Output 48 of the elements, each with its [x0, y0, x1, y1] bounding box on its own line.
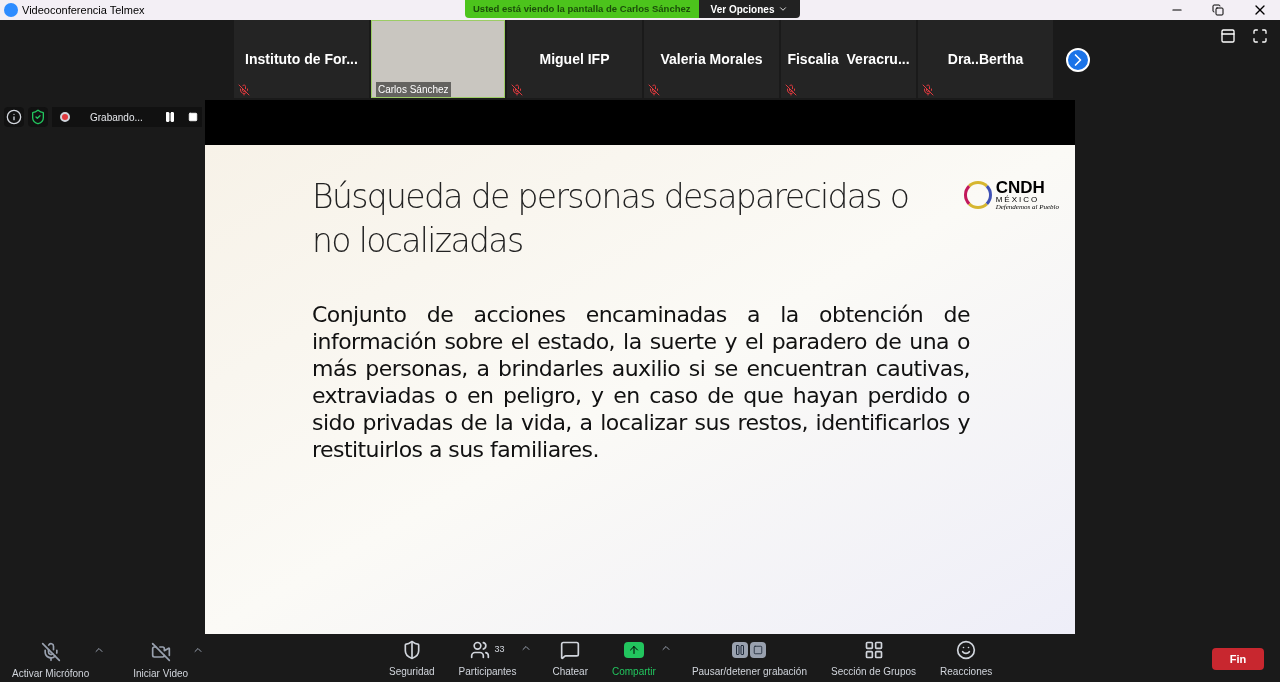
sharing-banner: Usted está viendo la pantalla de Carlos Sánchez [465, 0, 699, 18]
video-off-icon [150, 641, 171, 662]
recording-label: Grabando... [90, 110, 143, 125]
view-options-button[interactable]: Ver Opciones [698, 0, 801, 18]
participant-name: Instituto de For... [245, 49, 358, 69]
participant-count: 33 [494, 643, 505, 657]
participant-name: Dra..Bertha [947, 49, 1024, 69]
chat-icon [560, 640, 581, 660]
slide-title: Búsqueda de personas desaparecidas o no localizadas [312, 176, 910, 262]
toolbar-button[interactable]: Seguridad [385, 640, 439, 679]
window-title: Videoconferencia Telmex [22, 2, 145, 18]
video-tile[interactable]: Carlos Sánchez [371, 20, 505, 98]
toolbar-button[interactable]: Chatear [548, 640, 592, 679]
participant-tile[interactable]: Instituto de For... [234, 20, 369, 98]
app-logo-icon [4, 3, 18, 17]
grid-icon [863, 640, 884, 660]
participant-name: Fiscalia Veracru... [787, 49, 910, 69]
view-layout-icon[interactable] [1220, 28, 1236, 44]
smiley-icon [956, 640, 977, 660]
logo-name: CNDH [995, 179, 1046, 196]
people-icon [470, 640, 491, 660]
participant-tile[interactable]: Fiscalia Veracru... [781, 20, 916, 98]
toolbar-button[interactable]: Pausar/detener grabación [687, 640, 811, 679]
next-page-icon[interactable] [1066, 48, 1090, 72]
fullscreen-icon[interactable] [1252, 28, 1268, 44]
toolbar-button[interactable]: Activar Micrófono [8, 641, 94, 681]
stop-icon[interactable] [188, 112, 198, 122]
participant-tile[interactable]: Miguel IFP [507, 20, 642, 98]
toolbar-button[interactable]: Compartir [608, 640, 660, 679]
participant-name: Carlos Sánchez [376, 82, 451, 97]
participant-name: Valeria Morales [660, 49, 763, 69]
info-icon[interactable] [4, 107, 24, 127]
participant-tile[interactable]: Dra..Bertha [918, 20, 1053, 98]
toolbar-button[interactable]: Reacciones [936, 640, 997, 679]
toolbar-button[interactable]: Sección de Grupos [826, 640, 921, 679]
toolbar-button[interactable]: 33 Participantes [454, 640, 521, 679]
shield-check-icon[interactable] [28, 107, 48, 127]
logo-country: MÉXICO [995, 196, 1041, 204]
muted-microphone-icon [40, 641, 61, 662]
end-meeting-button[interactable]: Fin [1212, 648, 1264, 670]
participant-tile[interactable]: Valeria Morales [644, 20, 779, 98]
restore-icon[interactable] [1212, 4, 1224, 16]
caret-icon [778, 4, 789, 14]
slide-body: Conjunto de acciones encaminadas a la obtención de información sobre el estado, la suerte y el paradero de una o más personas, a brindarles auxilio si se encuentran cautivas, extraviadas o en peligro, y en caso de que hayan perdido o sido privadas de la vida, a localizar sus restos, identificarlos y restituirlos a sus familiares. [312, 301, 970, 463]
participant-name: Miguel IFP [539, 49, 610, 69]
pause-stop-icon [732, 642, 767, 658]
toolbar-button[interactable]: Iniciar Video [129, 641, 193, 681]
pause-icon[interactable] [164, 111, 176, 123]
